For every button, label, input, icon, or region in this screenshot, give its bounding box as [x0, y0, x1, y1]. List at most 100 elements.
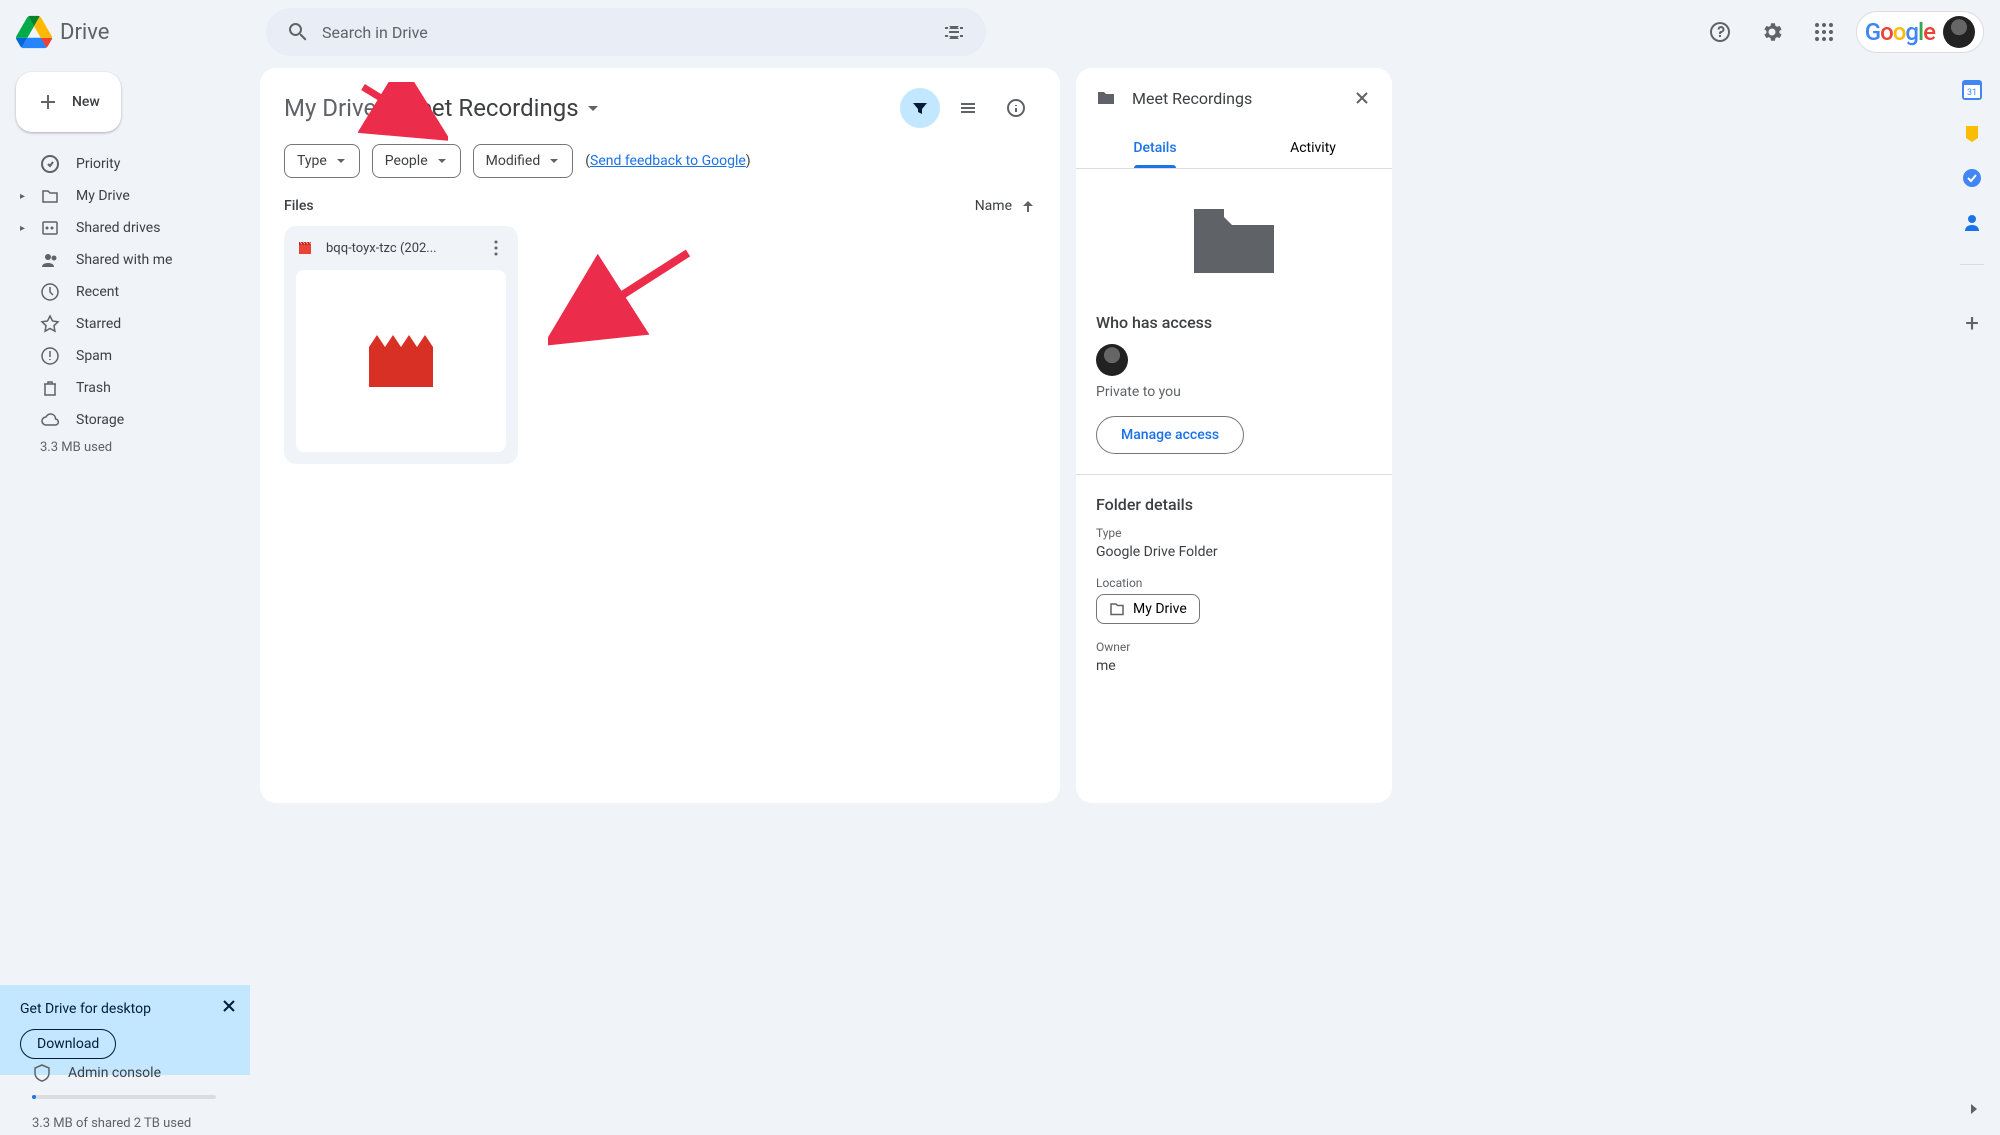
clock-icon [40, 282, 60, 302]
location-chip[interactable]: My Drive [1096, 594, 1200, 624]
more-icon[interactable] [486, 238, 506, 258]
tab-activity[interactable]: Activity [1234, 128, 1392, 168]
nav-label: Starred [76, 316, 121, 332]
tasks-icon[interactable] [1962, 168, 1982, 188]
info-button[interactable] [996, 88, 1036, 128]
filter-button[interactable] [900, 88, 940, 128]
logo-area[interactable]: Drive [16, 14, 256, 50]
nav-label: Trash [76, 380, 111, 396]
details-header: Meet Recordings [1076, 68, 1392, 128]
video-icon-large [369, 335, 433, 387]
sidebar-item-shared-with-me[interactable]: Shared with me [16, 244, 240, 276]
star-icon [40, 314, 60, 334]
folder-icon [1096, 88, 1116, 108]
chevron-right-icon [1964, 1099, 1984, 1119]
contacts-icon[interactable] [1962, 212, 1982, 232]
calendar-icon[interactable]: 31 [1962, 80, 1982, 100]
close-icon [220, 997, 238, 1015]
new-button[interactable]: New [16, 72, 121, 132]
chevron-right-icon: › [384, 96, 390, 120]
sidebar-item-starred[interactable]: Starred [16, 308, 240, 340]
modified-chip[interactable]: Modified [473, 144, 574, 178]
type-chip[interactable]: Type [284, 144, 360, 178]
help-button[interactable] [1700, 12, 1740, 52]
folder-details-heading: Folder details [1096, 495, 1372, 514]
info-icon [1006, 98, 1026, 118]
svg-text:31: 31 [1967, 88, 1977, 98]
type-label: Type [1096, 526, 1372, 540]
nav-label: Shared with me [76, 252, 172, 268]
app-name: Drive [60, 20, 109, 45]
details-title: Meet Recordings [1132, 89, 1336, 108]
dropdown-icon [583, 98, 603, 118]
manage-access-button[interactable]: Manage access [1096, 416, 1244, 454]
files-section-header: Files Name [284, 198, 1036, 214]
close-icon [1352, 88, 1372, 108]
header-actions: Google [1700, 11, 1984, 53]
plus-icon [36, 90, 60, 114]
access-section: Who has access Private to you Manage acc… [1076, 313, 1392, 474]
location-value: My Drive [1133, 601, 1187, 617]
location-label: Location [1096, 576, 1372, 590]
folder-icon-large [1194, 209, 1274, 273]
divider [1076, 474, 1392, 475]
storage-summary-text: 3.3 MB of shared 2 TB used [32, 1116, 191, 1131]
settings-button[interactable] [1752, 12, 1792, 52]
file-card[interactable]: bqq-toyx-tzc (202... [284, 226, 518, 464]
promo-download-button[interactable]: Download [20, 1029, 116, 1059]
sidebar-item-recent[interactable]: Recent [16, 276, 240, 308]
apps-button[interactable] [1804, 12, 1844, 52]
video-icon [296, 239, 314, 257]
cloud-icon [40, 410, 60, 430]
shared-drives-icon [40, 218, 60, 238]
list-view-button[interactable] [948, 88, 988, 128]
details-close-button[interactable] [1352, 88, 1372, 108]
admin-label: Admin console [68, 1065, 161, 1081]
promo-title: Get Drive for desktop [20, 1001, 230, 1017]
sidebar-item-spam[interactable]: Spam [16, 340, 240, 372]
collapse-panel-button[interactable] [1964, 1099, 1984, 1119]
admin-console-link[interactable]: Admin console [32, 1063, 161, 1083]
people-chip[interactable]: People [372, 144, 461, 178]
new-button-label: New [72, 94, 100, 110]
google-account-button[interactable]: Google [1856, 11, 1984, 53]
sidebar-item-trash[interactable]: Trash [16, 372, 240, 404]
chevron-down-icon [436, 155, 448, 167]
file-card-header: bqq-toyx-tzc (202... [296, 238, 506, 258]
private-text: Private to you [1096, 384, 1372, 400]
feedback-text: (Send feedback to Google) [585, 153, 750, 169]
tab-details[interactable]: Details [1076, 128, 1234, 168]
promo-close-button[interactable] [220, 997, 238, 1015]
sort-control[interactable]: Name [975, 198, 1036, 214]
sidebar-item-storage[interactable]: Storage [16, 404, 240, 436]
main-content: My Drive › Meet Recordings Type People M… [260, 68, 1060, 803]
search-input[interactable] [322, 23, 942, 42]
chevron-down-icon [335, 155, 347, 167]
keep-icon[interactable] [1962, 124, 1982, 144]
breadcrumb-current[interactable]: Meet Recordings [398, 94, 602, 122]
nav-label: Recent [76, 284, 119, 300]
owner-label: Owner [1096, 640, 1372, 654]
sidebar-item-shared-drives[interactable]: Shared drives [16, 212, 240, 244]
sidebar: New Priority My Drive Shared drives Shar… [0, 64, 256, 1135]
arrow-up-icon [1020, 198, 1036, 214]
google-brand-label: Google [1865, 18, 1935, 46]
storage-used-text: 3.3 MB used [40, 440, 240, 455]
breadcrumb-root[interactable]: My Drive [284, 94, 376, 122]
side-panel: 31 + [1944, 68, 2000, 337]
file-preview [296, 270, 506, 452]
search-options-icon[interactable] [942, 20, 966, 44]
type-value: Google Drive Folder [1096, 544, 1372, 560]
details-panel: Meet Recordings Details Activity Who has… [1076, 68, 1392, 803]
sidebar-item-my-drive[interactable]: My Drive [16, 180, 240, 212]
spam-icon [40, 346, 60, 366]
admin-icon [32, 1063, 52, 1083]
feedback-link[interactable]: Send feedback to Google [590, 153, 746, 169]
help-icon [1708, 20, 1732, 44]
add-addon-button[interactable]: + [1965, 309, 1979, 337]
search-bar[interactable] [266, 8, 986, 56]
sidebar-item-priority[interactable]: Priority [16, 148, 240, 180]
drive-icon [1109, 601, 1125, 617]
folder-details-section: Folder details Type Google Drive Folder … [1076, 495, 1392, 710]
access-avatar[interactable] [1096, 344, 1128, 376]
